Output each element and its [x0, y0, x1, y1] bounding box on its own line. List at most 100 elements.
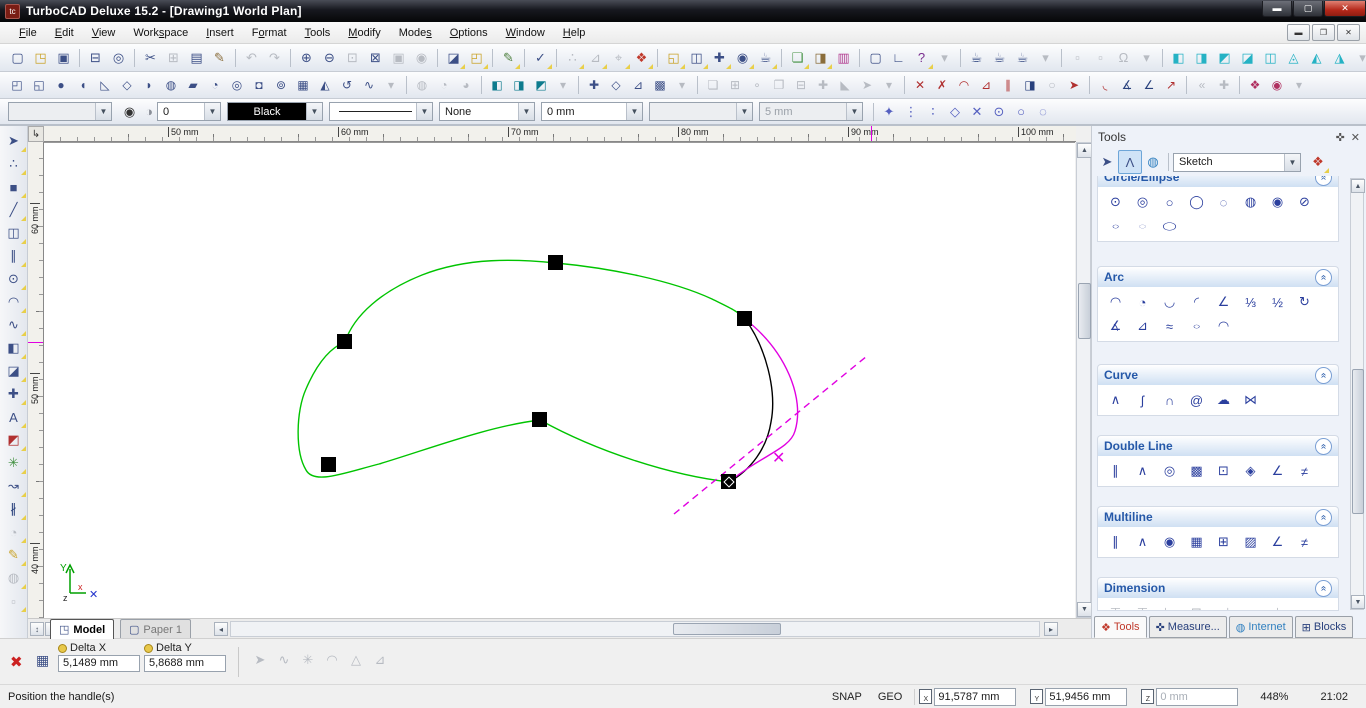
palette-scroll-thumb[interactable]	[1352, 369, 1364, 514]
bool-union[interactable]: ◧	[486, 75, 508, 95]
section-header[interactable]: Multiline «	[1097, 506, 1339, 527]
open-palette[interactable]: ◰	[465, 47, 488, 69]
redo[interactable]: ↷	[263, 47, 286, 69]
line-width-combo[interactable]: 0 mm ▼	[541, 102, 643, 121]
extra-combo[interactable]: ▼	[649, 102, 753, 121]
double-rotated-rect[interactable]: ◈	[1237, 459, 1264, 483]
scroll-down-button[interactable]: ▼	[1351, 595, 1365, 609]
menu-tools[interactable]: Tools	[296, 24, 340, 42]
undo[interactable]: ↶	[240, 47, 263, 69]
prim-hemisphere[interactable]: ◖	[72, 75, 94, 95]
collapse-chevron-icon[interactable]: «	[1315, 579, 1332, 597]
pen-tool[interactable]: ✎	[497, 47, 520, 69]
globe-tool[interactable]: ◍	[2, 567, 26, 589]
collapse-chevron-icon[interactable]: «	[1315, 508, 1332, 526]
zoom-level[interactable]: 448%	[1252, 691, 1296, 703]
snap-intersection[interactable]: ✕	[966, 101, 988, 123]
tab-scroll-left-button[interactable]: ◂	[214, 622, 228, 636]
rectangle-tool[interactable]: ◫	[2, 222, 26, 244]
prim-wedge[interactable]: ◱	[28, 75, 50, 95]
bool-subtract[interactable]: ◨	[508, 75, 530, 95]
facet-edit[interactable]: ◍	[411, 75, 433, 95]
cancel-icon[interactable]: ✖	[10, 653, 23, 671]
dim-6[interactable]: ⋯	[1237, 601, 1264, 610]
insert-part[interactable]: ◱	[662, 47, 685, 69]
circle-center-point[interactable]: ⊙	[1102, 190, 1129, 214]
split[interactable]: «	[1191, 75, 1213, 95]
section-header[interactable]: Arc «	[1097, 266, 1339, 287]
splitter-button[interactable]: ↕	[30, 622, 44, 636]
zoom-extents[interactable]: ⊠	[364, 47, 387, 69]
arc-fixed-ratio[interactable]: ◠	[1210, 314, 1237, 338]
text-tool[interactable]: A	[2, 406, 26, 428]
prim-cone[interactable]: ◺	[94, 75, 116, 95]
lock-icon[interactable]	[58, 643, 67, 653]
view-cube-ortho[interactable]: ◮	[1328, 47, 1351, 69]
double-angle[interactable]: ∠	[1264, 459, 1291, 483]
pin-icon[interactable]: ✜	[1336, 131, 1345, 144]
prim-prism[interactable]: ◇	[116, 75, 138, 95]
fit-array[interactable]: ◣	[834, 75, 856, 95]
arc-center-radius[interactable]: ◠	[1102, 290, 1129, 314]
materials[interactable]: ◨	[809, 47, 832, 69]
arc-tangent-2[interactable]: ∡	[1102, 314, 1129, 338]
layers[interactable]: ❏	[786, 47, 809, 69]
circle-tangent-3[interactable]: ◉	[1264, 190, 1291, 214]
drawing-canvas[interactable]: ✕ Y z x ✕	[44, 142, 1075, 618]
hatch-3d[interactable]: ◕	[455, 75, 477, 95]
arc-tool[interactable]: ◠	[2, 291, 26, 313]
collapse-chevron-icon[interactable]: «	[1315, 437, 1332, 455]
snap-quadrant[interactable]: ○	[1010, 100, 1032, 122]
double-rectangle[interactable]: ⊡	[1210, 459, 1237, 483]
maximize-button[interactable]: ▢	[1293, 0, 1323, 17]
dot-tool[interactable]: ■	[2, 176, 26, 198]
overflow-2[interactable]: ▾	[1034, 47, 1057, 69]
palette-scrollbar[interactable]: ▲ ▼	[1350, 178, 1365, 610]
snap-vertex[interactable]: ◇	[944, 101, 966, 123]
palette-category-combo[interactable]: Sketch ▼	[1173, 152, 1301, 172]
meet-2-lines[interactable]: ✗	[931, 75, 953, 95]
spline-handle[interactable]	[321, 457, 336, 472]
visibility-eye-icon[interactable]: ◉	[118, 101, 141, 123]
box-3d[interactable]: ◫	[685, 47, 708, 69]
spline-fit[interactable]: ʃ	[1129, 388, 1156, 412]
inspector-arc[interactable]: ◠	[320, 649, 344, 671]
prim-sphere[interactable]: ●	[50, 75, 72, 95]
insert-picture[interactable]: ◪	[442, 47, 465, 69]
ruler-origin-icon[interactable]: ↳	[28, 126, 44, 142]
prim-box[interactable]: ◰	[6, 75, 28, 95]
axis-toggle[interactable]: ∟	[887, 47, 910, 69]
pen-state-icon[interactable]: ◑	[141, 101, 157, 123]
scroll-down-button[interactable]: ▼	[1077, 602, 1092, 617]
menu-insert[interactable]: Insert	[197, 24, 243, 42]
spline-handle[interactable]	[721, 474, 736, 489]
format-painter[interactable]: ✎	[208, 47, 231, 69]
link-tool[interactable]: ↝	[2, 475, 26, 497]
spline-bottom-segment[interactable]	[297, 341, 730, 483]
workplane-origin[interactable]: ✚	[583, 75, 605, 95]
workplane-3-point[interactable]: ⊿	[627, 75, 649, 95]
snap-center-tool[interactable]: ✳	[2, 452, 26, 474]
multi-angle[interactable]: ∠	[1264, 530, 1291, 554]
workplane-entity[interactable]: ◇	[605, 75, 627, 95]
multiline[interactable]: ∥	[1102, 530, 1129, 554]
overflow-3[interactable]: ▾	[1135, 47, 1158, 69]
view-cube-right[interactable]: ◪	[1236, 47, 1259, 69]
dim-1[interactable]: ⊤	[1102, 601, 1129, 610]
paste[interactable]: ▤	[185, 47, 208, 69]
snap-center[interactable]: ⊙	[988, 101, 1010, 123]
multi-rotated-rect[interactable]: ▨	[1237, 530, 1264, 554]
rotated-ellipse[interactable]: ◌	[1129, 219, 1156, 234]
multi-polyline[interactable]: ∧	[1129, 530, 1156, 554]
zoom-window[interactable]: ⊡	[341, 47, 364, 69]
menu-modify[interactable]: Modify	[339, 24, 389, 42]
save-file[interactable]: ▣	[52, 47, 75, 69]
render-wireframe[interactable]: ☕	[965, 47, 988, 69]
dim-3[interactable]: ⊢	[1156, 601, 1183, 610]
arc-tangent-3[interactable]: ⊿	[1129, 314, 1156, 338]
palette-paint-icon[interactable]: ❖	[1307, 151, 1329, 173]
clip-tool[interactable]: ◩	[2, 429, 26, 451]
collapse-chevron-icon[interactable]: «	[1315, 176, 1332, 186]
snap-free[interactable]: ✦	[878, 101, 900, 123]
new-view[interactable]: ▢	[864, 47, 887, 69]
